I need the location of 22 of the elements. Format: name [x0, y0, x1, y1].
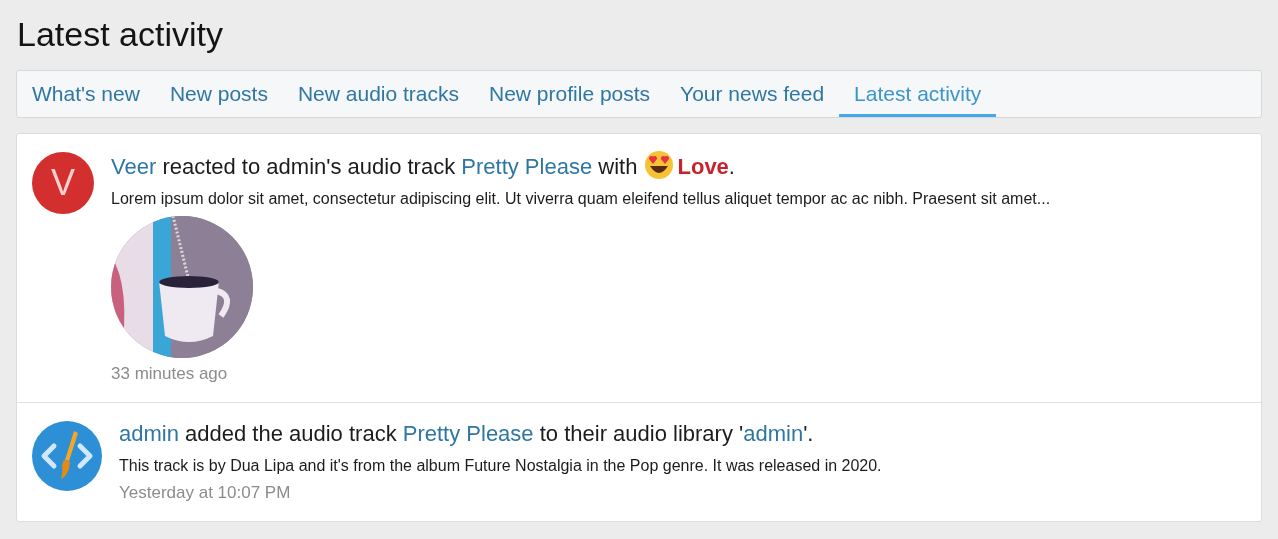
user-avatar[interactable]: V [32, 152, 94, 214]
link[interactable]: admin [743, 421, 804, 446]
heart-eyes-emoji-icon [643, 150, 674, 180]
activity-snippet: Lorem ipsum dolor sit amet, consectetur adipiscing elit. Ut viverra quam eleifend tellus aliquet tempor ac ac nibh. Praesent sit amet... [111, 189, 1051, 209]
tab[interactable]: Your news feed [665, 71, 840, 117]
link[interactable]: Pretty Please [402, 421, 534, 446]
brush-code-avatar-icon[interactable] [32, 421, 102, 491]
timestamp: 33 minutes ago [111, 363, 228, 385]
link[interactable]: Pretty Please [461, 154, 593, 179]
tab[interactable]: New posts [154, 71, 283, 117]
reaction-label: Love [677, 154, 729, 179]
activity-headline: Veer reacted to admin's audio track Pretty Please with Love. [111, 150, 735, 182]
activity-headline: admin added the audio track Pretty Please to their audio library 'admin'. [119, 420, 814, 448]
activity-snippet: This track is by Dua Lipa and it's from the album Future Nostalgia in the Pop genre. It was released in 2020. [119, 456, 882, 476]
tab[interactable]: Latest activity [839, 71, 997, 117]
tab[interactable]: New profile posts [474, 71, 666, 117]
link[interactable]: Veer [111, 154, 157, 179]
link[interactable]: admin [119, 421, 179, 446]
tab[interactable]: What's new [17, 71, 155, 117]
timestamp: Yesterday at 10:07 PM [119, 482, 291, 504]
page-title: Latest activity [17, 14, 223, 55]
tab[interactable]: New audio tracks [282, 71, 474, 117]
